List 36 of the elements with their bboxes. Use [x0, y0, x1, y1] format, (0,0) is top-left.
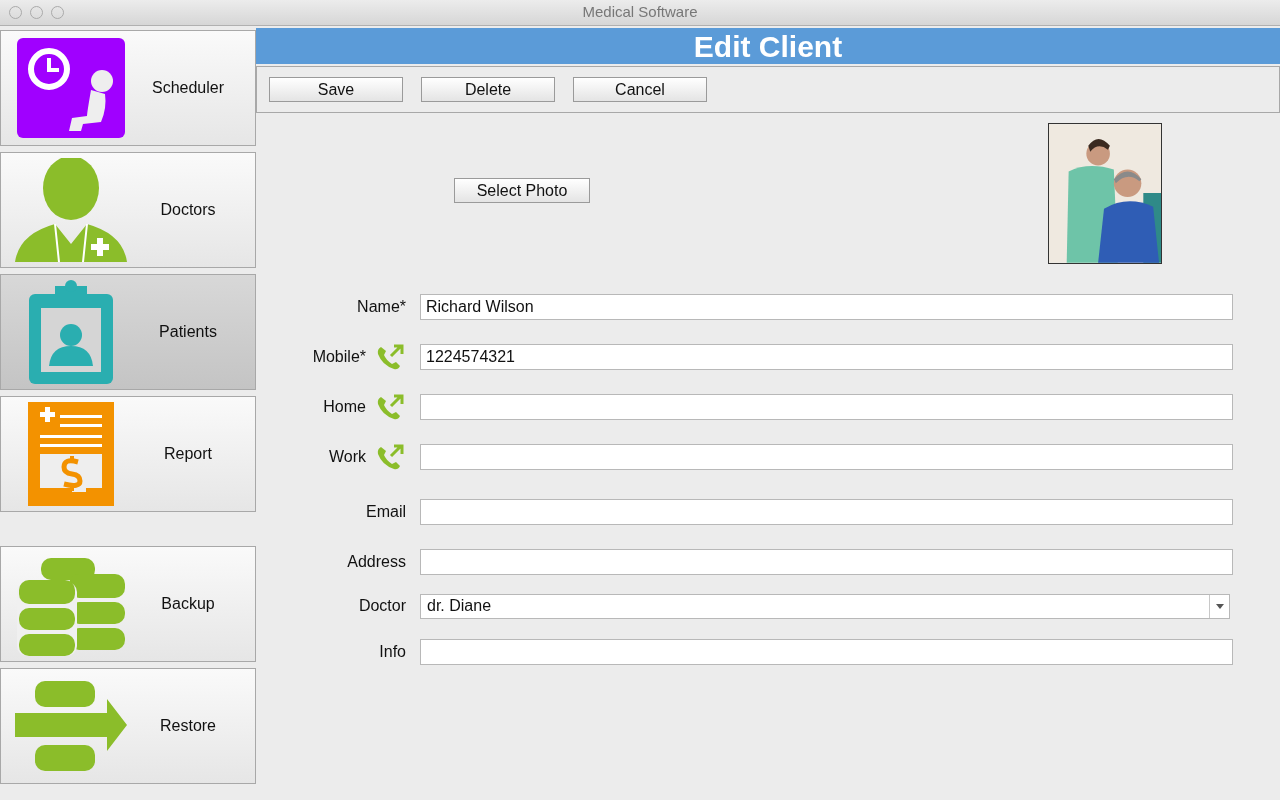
clipboard-person-icon: [27, 280, 115, 384]
text-field[interactable]: 1224574321: [420, 344, 1233, 370]
field-label: Info: [379, 642, 406, 662]
toolbar-button[interactable]: Cancel: [573, 77, 707, 102]
text-field[interactable]: [420, 549, 1233, 575]
field-label: Mobile*: [312, 347, 366, 367]
text-field[interactable]: Richard Wilson: [420, 294, 1233, 320]
field-label: Address: [347, 552, 406, 572]
field-label: Work: [328, 447, 366, 467]
text-field[interactable]: [420, 394, 1233, 420]
field-label: Name*: [357, 297, 406, 317]
sidebar-button[interactable]: Report: [0, 396, 256, 512]
invoice-icon: [28, 402, 114, 506]
toolbar-button[interactable]: Save: [269, 77, 403, 102]
sidebar-button[interactable]: Backup: [0, 546, 256, 662]
sidebar-button[interactable]: Patients: [0, 274, 256, 390]
toolbar-button[interactable]: Delete: [421, 77, 555, 102]
sidebar-button[interactable]: Scheduler: [0, 30, 256, 146]
phone-call-icon[interactable]: [376, 343, 406, 371]
database-arrow-icon: [15, 681, 127, 771]
text-field[interactable]: [420, 498, 1233, 525]
phone-call-icon[interactable]: [376, 393, 406, 421]
doctor-icon: [15, 158, 127, 262]
sidebar-button[interactable]: Doctors: [0, 152, 256, 268]
doctor-dropdown[interactable]: dr. Diane: [420, 593, 1230, 619]
text-field[interactable]: [420, 444, 1233, 470]
select-photo-button[interactable]: Select Photo: [454, 178, 590, 203]
field-label: Email: [366, 501, 406, 522]
clock-and-seated-person-icon: [17, 38, 125, 138]
field-label: Home: [323, 397, 366, 417]
sidebar-button[interactable]: Restore: [0, 668, 256, 784]
phone-call-icon[interactable]: [376, 443, 406, 471]
text-field[interactable]: [420, 639, 1233, 665]
page-title: Edit Client: [693, 28, 843, 65]
window-title: Medical Software: [582, 2, 698, 23]
field-label: Doctor: [358, 596, 406, 616]
